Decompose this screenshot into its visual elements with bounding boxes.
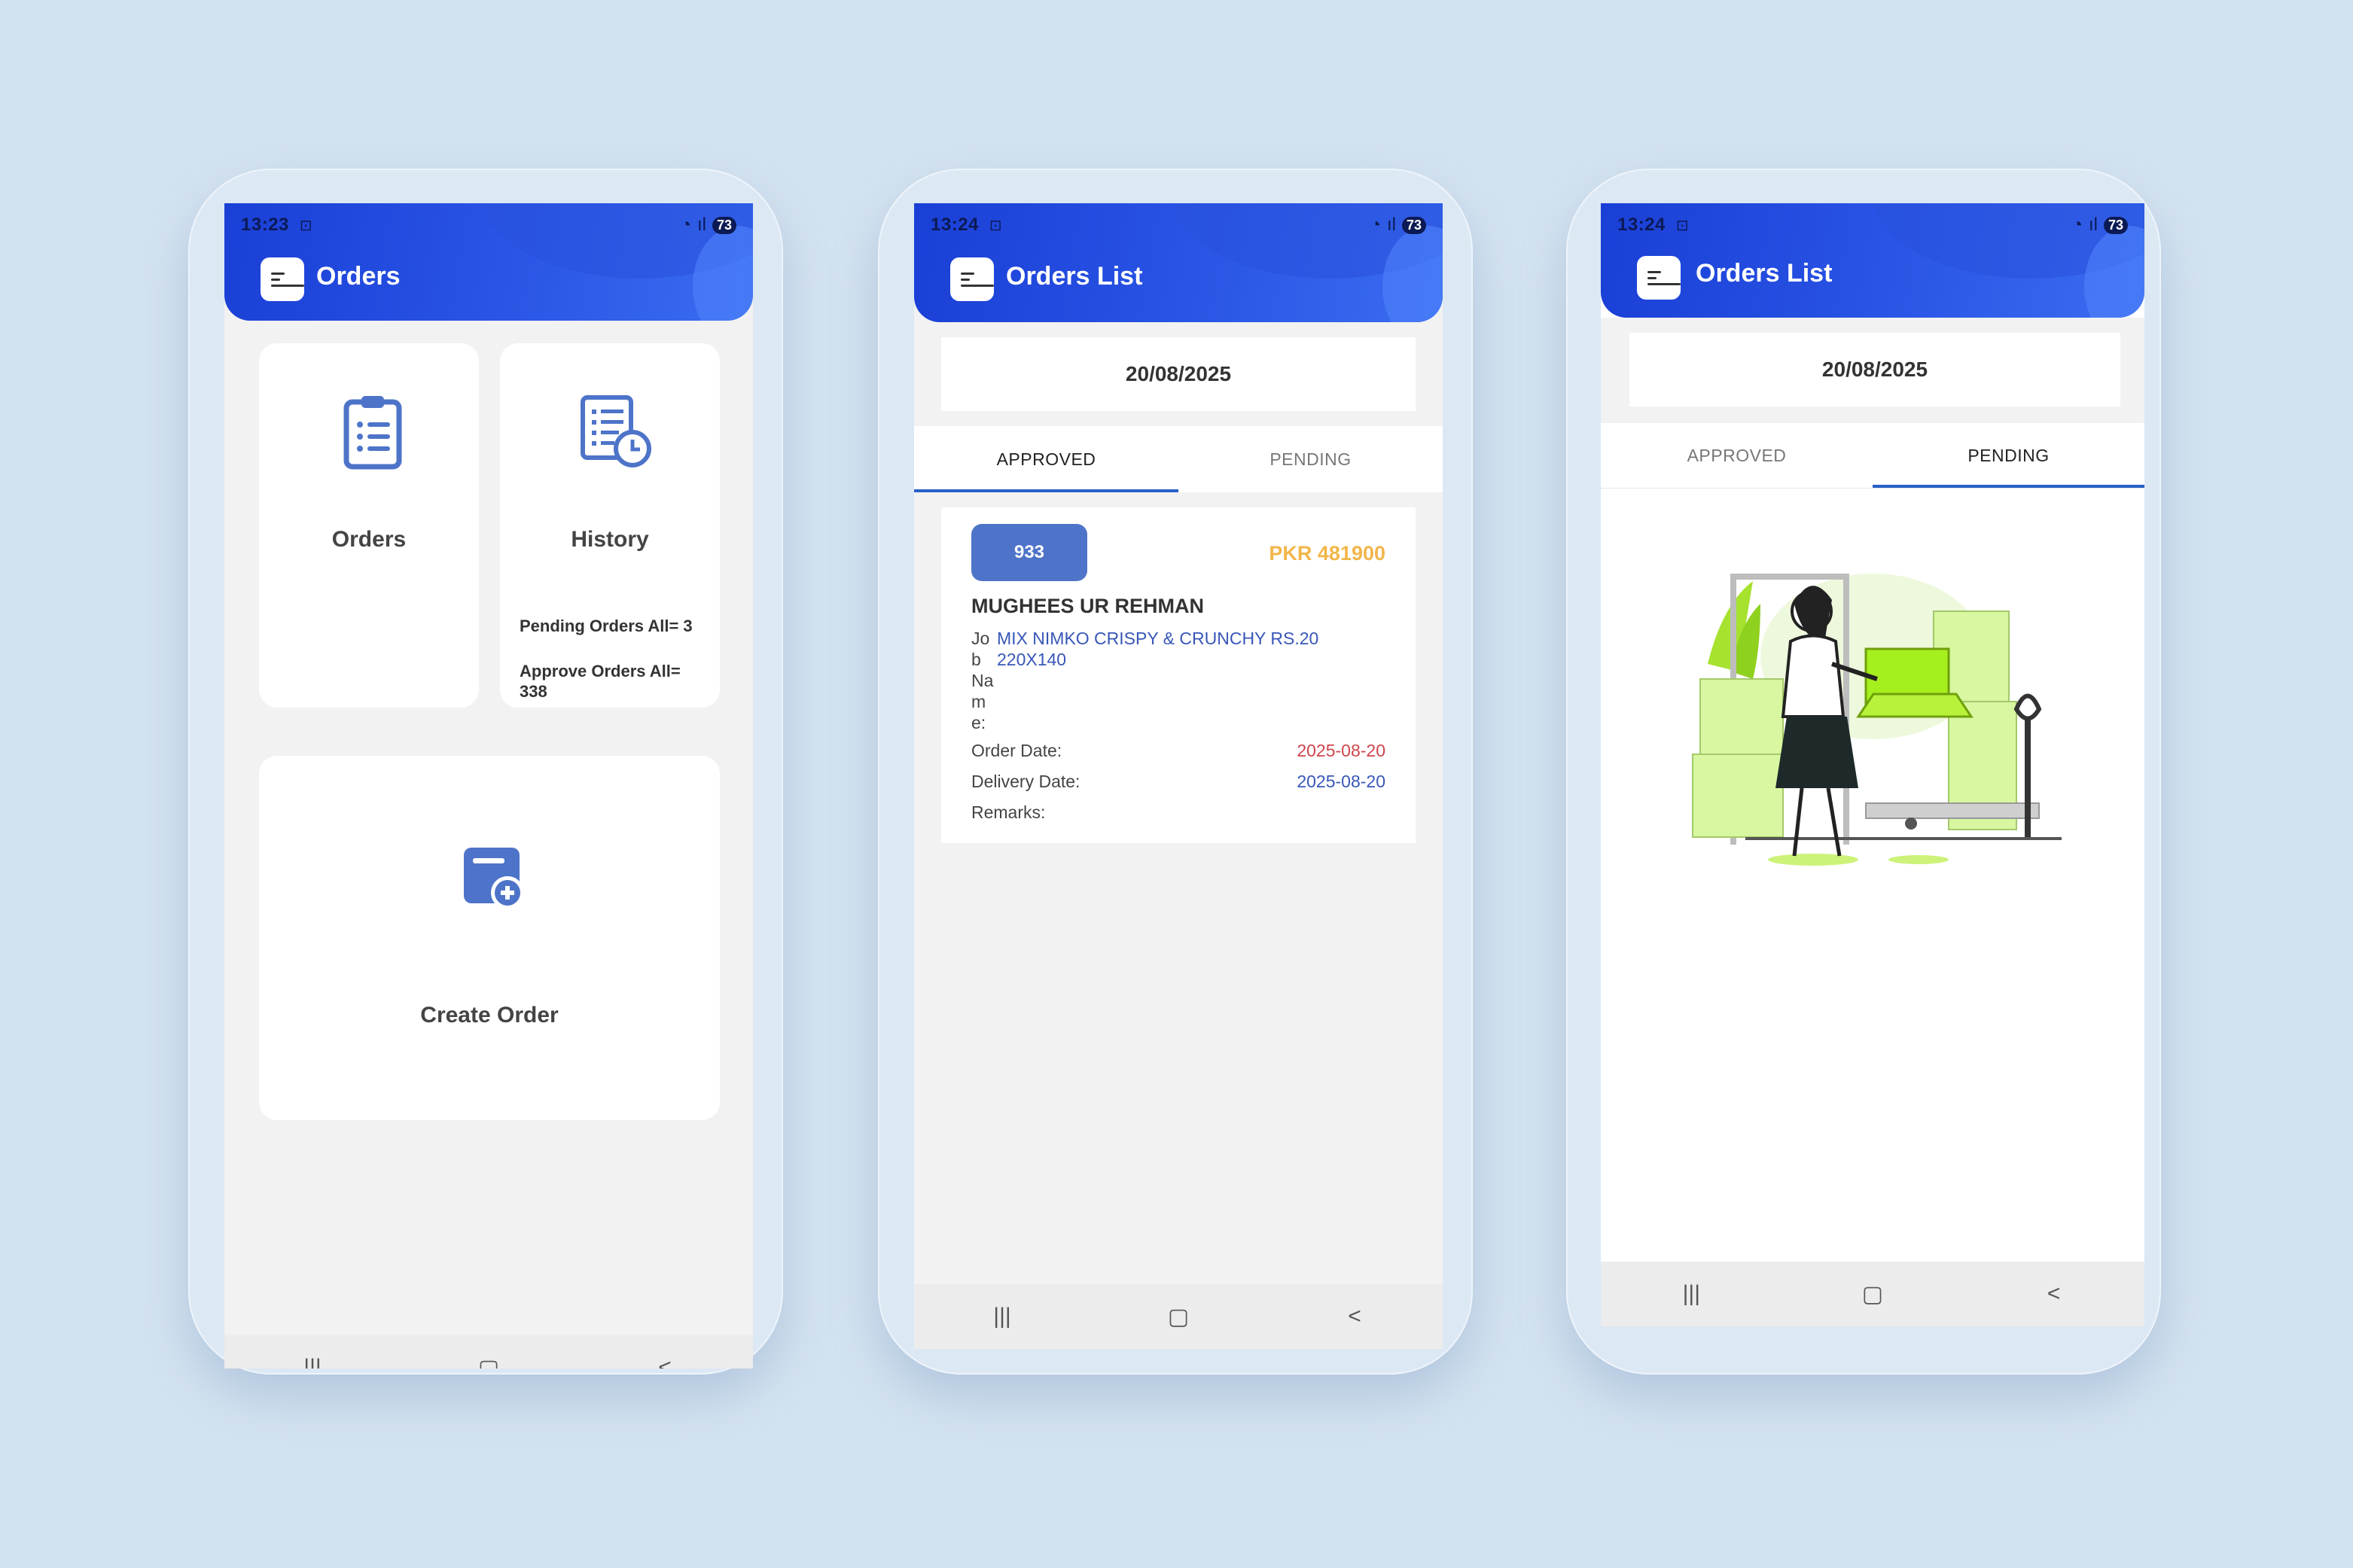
screen-orders-list-pending: 13:24 ⊡ ◔ ıl 73 Orders List 20/08/2025 A… [1601, 203, 2144, 1326]
delivery-date-label: Delivery Date: [971, 772, 1080, 791]
order-date-label: Order Date: [971, 741, 1062, 760]
recent-apps-button[interactable]: ||| [1669, 1281, 1714, 1307]
history-list-icon [581, 395, 651, 467]
menu-button[interactable] [261, 257, 304, 301]
status-time: 13:23 [241, 215, 289, 235]
job-name-label: Job Name: [971, 629, 994, 732]
status-time: 13:24 [1617, 215, 1666, 235]
signal-icon: ıl [2088, 215, 2098, 235]
date-selector[interactable]: 20/08/2025 [1629, 333, 2120, 406]
app-bar: 13:23 ⊡ ◔ ıl 73 Orders [224, 203, 753, 321]
battery-icon: 73 [2103, 216, 2128, 234]
screen-record-icon: ⊡ [1675, 217, 1689, 234]
create-order-tile[interactable]: Create Order [259, 756, 720, 1120]
order-tabs: APPROVED PENDING [914, 426, 1443, 492]
page-title: Orders List [1696, 259, 1833, 288]
order-tabs: APPROVED PENDING [1601, 423, 2144, 489]
order-id-badge: 933 [971, 524, 1087, 581]
home-button[interactable]: ▢ [1850, 1281, 1895, 1308]
phone-orders: 13:23 ⊡ ◔ ıl 73 Orders Orders History Pe… [188, 169, 783, 1375]
back-button[interactable]: < [1332, 1304, 1377, 1329]
system-nav-bar: ||| ▢ < [224, 1335, 753, 1369]
screen-record-icon: ⊡ [299, 217, 312, 234]
tab-pending[interactable]: PENDING [1873, 423, 2144, 488]
order-card[interactable]: 933 PKR 481900 MUGHEES UR REHMAN Job Nam… [941, 507, 1416, 843]
back-button[interactable]: < [2031, 1281, 2077, 1307]
status-bar: 13:24 ⊡ ◔ ıl 73 [1617, 214, 2128, 236]
status-bar: 13:23 ⊡ ◔ ıl 73 [241, 214, 736, 236]
menu-button[interactable] [1637, 256, 1681, 300]
page-title: Orders [316, 262, 401, 291]
page-title: Orders List [1006, 262, 1143, 291]
phone-orders-list-approved: 13:24 ⊡ ◔ ıl 73 Orders List 20/08/2025 A… [878, 169, 1473, 1375]
date-section: 20/08/2025 [1601, 318, 2144, 423]
warehouse-woman-boxes-illustration [1692, 574, 2062, 866]
app-bar: 13:24 ⊡ ◔ ıl 73 Orders List [914, 203, 1443, 322]
home-button[interactable]: ▢ [1156, 1304, 1201, 1330]
approve-orders-count: Approve Orders All= 338 [520, 662, 681, 701]
screen-orders-list-approved: 13:24 ⊡ ◔ ıl 73 Orders List 20/08/2025 A… [914, 203, 1443, 1349]
recent-apps-button[interactable]: ||| [290, 1355, 335, 1369]
pending-orders-count: Pending Orders All= 3 [520, 617, 693, 635]
delivery-date-row: Delivery Date: 2025-08-20 [971, 772, 1385, 792]
create-order-icon [464, 848, 524, 909]
status-bar: 13:24 ⊡ ◔ ıl 73 [931, 214, 1426, 236]
wifi-icon: ◔ [1370, 215, 1381, 235]
battery-icon: 73 [1401, 216, 1426, 234]
job-name-value: MIX NIMKO CRISPY & CRUNCHY RS.20 220X140 [997, 629, 1319, 669]
order-amount: PKR 481900 [1269, 542, 1385, 565]
home-button[interactable]: ▢ [466, 1355, 511, 1369]
customer-name: MUGHEES UR REHMAN [971, 595, 1205, 617]
order-date-row: Order Date: 2025-08-20 [971, 741, 1385, 761]
remarks-label: Remarks: [971, 802, 1046, 822]
signal-icon: ıl [1386, 215, 1396, 235]
screen-orders: 13:23 ⊡ ◔ ıl 73 Orders Orders History Pe… [224, 203, 753, 1369]
tab-approved[interactable]: APPROVED [1601, 423, 1873, 488]
app-bar: 13:24 ⊡ ◔ ıl 73 Orders List [1601, 203, 2144, 318]
orders-tile-label: Orders [331, 527, 407, 552]
delivery-date-value: 2025-08-20 [1297, 772, 1385, 791]
system-nav-bar: ||| ▢ < [914, 1284, 1443, 1349]
recent-apps-button[interactable]: ||| [980, 1304, 1025, 1329]
date-selector[interactable]: 20/08/2025 [941, 337, 1416, 411]
orders-tile[interactable]: Orders [259, 343, 479, 708]
history-tile[interactable]: History Pending Orders All= 3 Approve Or… [500, 343, 720, 708]
remarks-row: Remarks: [971, 802, 1385, 823]
signal-icon: ıl [696, 215, 706, 235]
battery-icon: 73 [712, 216, 736, 234]
create-order-label: Create Order [420, 1003, 559, 1028]
order-date-value: 2025-08-20 [1297, 741, 1385, 760]
clipboard-list-icon [343, 396, 402, 470]
history-tile-label: History [571, 527, 649, 552]
wifi-icon: ◔ [2071, 215, 2083, 235]
screen-record-icon: ⊡ [989, 217, 1002, 234]
tab-pending[interactable]: PENDING [1178, 426, 1443, 492]
tab-approved[interactable]: APPROVED [914, 426, 1178, 492]
phone-orders-list-pending: 13:24 ⊡ ◔ ıl 73 Orders List 20/08/2025 A… [1566, 169, 2161, 1375]
status-time: 13:24 [931, 215, 979, 235]
system-nav-bar: ||| ▢ < [1601, 1262, 2144, 1326]
wifi-icon: ◔ [680, 215, 691, 235]
menu-button[interactable] [950, 257, 994, 301]
back-button[interactable]: < [642, 1355, 687, 1369]
